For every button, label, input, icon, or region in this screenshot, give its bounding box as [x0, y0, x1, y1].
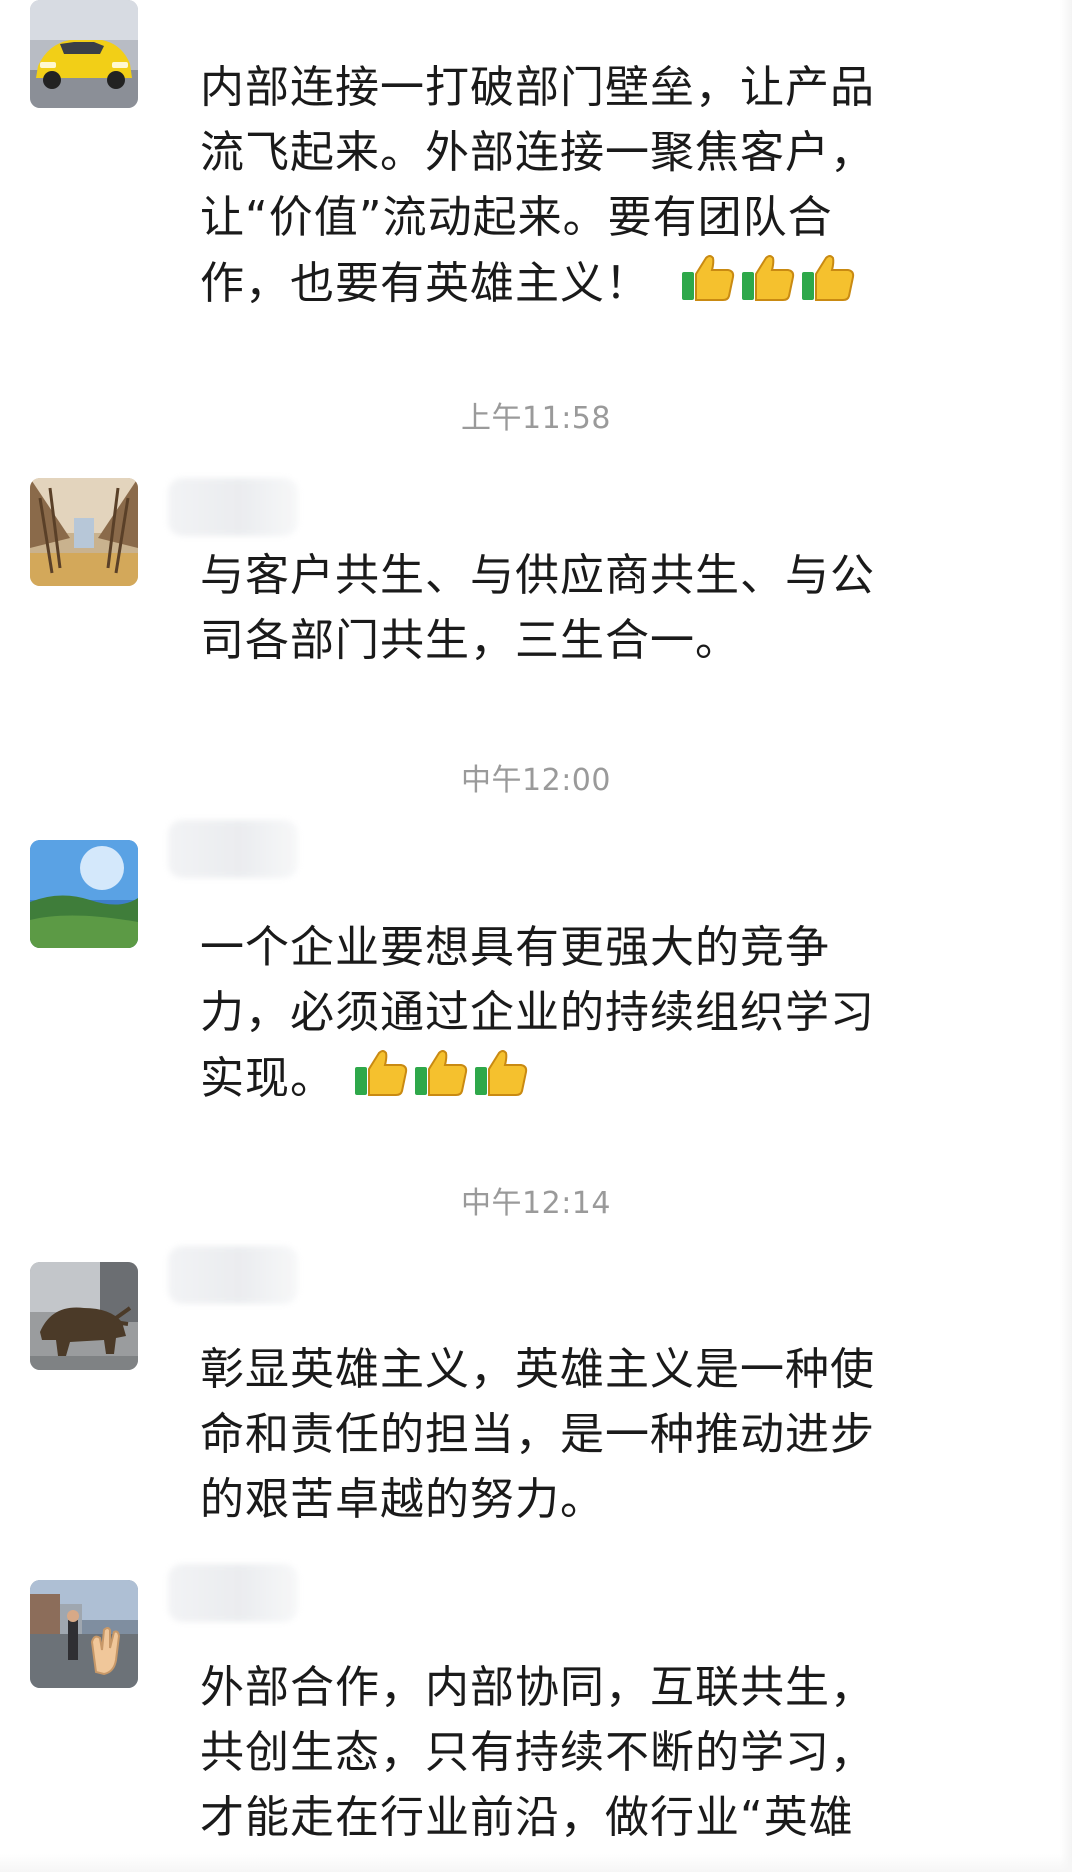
blurred-sender-name: [168, 820, 298, 878]
thumbs-up-icon: [740, 250, 796, 306]
emoji-group: [353, 1045, 529, 1101]
message-text: 一个企业要想具有更强大的竞争 力，必须通过企业的持续组织学习 实现。: [200, 915, 900, 1111]
message-line: 让“价值”流动起来。要有团队合: [200, 192, 833, 243]
message-text: 内部连接一打破部门壁垒，让产品 流飞起来。外部连接一聚焦客户， 让“价值”流动起…: [200, 55, 900, 316]
message-line: 流飞起来。外部连接一聚焦客户，: [200, 127, 875, 178]
sender-avatar[interactable]: [30, 0, 138, 108]
emoji-group: [680, 250, 856, 306]
bottom-fade: [0, 1854, 1072, 1872]
sender-avatar[interactable]: [30, 1262, 138, 1370]
message-line: 一个企业要想具有更强大的竞争: [200, 922, 830, 973]
sender-avatar[interactable]: [30, 478, 138, 586]
blurred-sender-name: [168, 1564, 298, 1622]
message-line: 才能走在行业前沿，做行业“英雄: [200, 1792, 854, 1843]
message-line: 司各部门共生，三生合一。: [200, 615, 740, 666]
thumbs-up-icon: [800, 250, 856, 306]
thumbs-up-icon: [413, 1045, 469, 1101]
blurred-sender-name: [168, 478, 298, 536]
thumbs-up-icon: [680, 250, 736, 306]
screen-edge-shadow: [1060, 0, 1072, 1872]
message-text: 彰显英雄主义，英雄主义是一种使 命和责任的担当，是一种推动进步 的艰苦卓越的努力…: [200, 1337, 900, 1532]
message-line: 实现。: [200, 1045, 900, 1111]
sender-avatar[interactable]: [30, 1580, 138, 1688]
tree-avenue-avatar-icon: [30, 478, 138, 586]
message-text: 外部合作，内部协同，互联共生， 共创生态，只有持续不断的学习， 才能走在行业前沿…: [200, 1655, 900, 1850]
timestamp: 上午11:58: [461, 401, 611, 436]
yellow-car-avatar-icon: [30, 0, 138, 108]
sky-landscape-avatar-icon: [30, 840, 138, 948]
thumbs-up-icon: [353, 1045, 409, 1101]
bull-statue-avatar-icon: [30, 1262, 138, 1370]
message-line: 彰显英雄主义，英雄主义是一种使: [200, 1344, 875, 1395]
message-line: 命和责任的担当，是一种推动进步: [200, 1409, 875, 1460]
message-line: 与客户共生、与供应商共生、与公: [200, 550, 875, 601]
message-line: 作，也要有英雄主义！: [200, 250, 900, 316]
chat-history[interactable]: 内部连接一打破部门壁垒，让产品 流飞起来。外部连接一聚焦客户， 让“价值”流动起…: [0, 0, 1072, 1872]
street-hand-avatar-icon: [30, 1580, 138, 1688]
message-line: 共创生态，只有持续不断的学习，: [200, 1727, 875, 1778]
message-line: 的艰苦卓越的努力。: [200, 1474, 605, 1525]
timestamp: 中午12:14: [461, 1186, 611, 1221]
message-text: 与客户共生、与供应商共生、与公 司各部门共生，三生合一。: [200, 543, 900, 673]
message-line: 外部合作，内部协同，互联共生，: [200, 1662, 875, 1713]
message-line: 力，必须通过企业的持续组织学习: [200, 987, 875, 1038]
blurred-sender-name: [168, 1246, 298, 1304]
sender-avatar[interactable]: [30, 840, 138, 948]
timestamp: 中午12:00: [461, 763, 611, 798]
thumbs-up-icon: [473, 1045, 529, 1101]
message-line: 内部连接一打破部门壁垒，让产品: [200, 62, 875, 113]
